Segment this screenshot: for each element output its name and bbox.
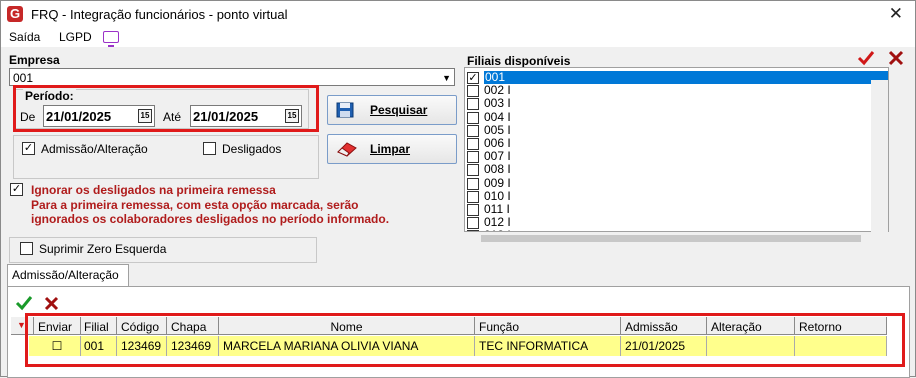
cell-filial: 001 xyxy=(81,336,117,356)
date-from-value: 21/01/2025 xyxy=(46,109,112,124)
pesquisar-label: Pesquisar xyxy=(370,103,428,117)
filial-label: 012 I xyxy=(484,215,511,230)
close-icon[interactable]: ✕ xyxy=(889,4,903,24)
filial-checkbox[interactable] xyxy=(467,204,479,216)
filial-checkbox[interactable] xyxy=(467,98,479,111)
app-logo-icon: G xyxy=(7,6,23,22)
scroll-thumb[interactable] xyxy=(481,235,861,242)
table-row[interactable]: ☐ 001 123469 123469 MARCELA MARIANA OLIV… xyxy=(11,317,896,377)
filial-label: 013 I xyxy=(484,229,511,231)
date-to-input[interactable]: 21/01/2025 15 xyxy=(190,105,302,127)
title-bar: G FRQ - Integração funcionários - ponto … xyxy=(1,1,915,27)
eraser-icon xyxy=(337,142,357,157)
filial-label: 010 I xyxy=(484,188,511,203)
monitor-icon[interactable] xyxy=(103,31,119,47)
filial-checkbox[interactable] xyxy=(467,111,479,124)
filial-checkbox[interactable]: ✓ xyxy=(467,72,479,84)
periodo-label: Período: xyxy=(23,89,76,103)
suprimir-label: Suprimir Zero Esquerda xyxy=(39,242,167,256)
cell-enviar-checkbox[interactable]: ☐ xyxy=(34,336,81,356)
date-to-value: 21/01/2025 xyxy=(193,109,259,124)
ignorar-label: Ignorar os desligados na primeira remess… xyxy=(31,183,276,197)
cell-nome: MARCELA MARIANA OLIVIA VIANA xyxy=(219,336,475,356)
save-icon xyxy=(336,102,354,118)
cancel-icon[interactable] xyxy=(44,296,59,311)
filiais-label: Filiais disponíveis xyxy=(467,54,571,68)
date-from-input[interactable]: 21/01/2025 15 xyxy=(43,105,155,127)
filial-label: 009 I xyxy=(484,175,511,190)
calendar-icon[interactable]: 15 xyxy=(285,109,299,123)
calendar-icon[interactable]: 15 xyxy=(138,109,152,123)
menu-lgpd[interactable]: LGPD xyxy=(59,30,92,44)
cell-funcao: TEC INFORMATICA xyxy=(475,336,621,356)
admissao-checkbox[interactable]: ✓ xyxy=(22,142,35,155)
filial-label: 006 I xyxy=(484,136,511,150)
filiais-list[interactable]: ✓ 001 002 I 003 I 004 I 005 I 006 I 007 I 008 I0… xyxy=(464,67,889,232)
ignorar-note-1: Para a primeira remessa, com esta opção … xyxy=(31,198,359,212)
filial-checkbox[interactable] xyxy=(467,190,479,203)
filial-checkbox[interactable] xyxy=(467,138,479,150)
suprimir-checkbox[interactable] xyxy=(20,242,33,255)
pesquisar-button[interactable]: Pesquisar xyxy=(327,95,457,125)
filial-checkbox[interactable] xyxy=(467,164,479,177)
cell-admissao: 21/01/2025 xyxy=(621,336,707,356)
ignorar-note-2: ignorados os colaboradores desligados no… xyxy=(31,212,390,226)
main-window: G FRQ - Integração funcionários - ponto … xyxy=(0,0,916,378)
filial-label: 003 I xyxy=(484,96,511,111)
check-all-icon[interactable] xyxy=(857,49,875,67)
cell-alteracao xyxy=(707,336,795,356)
ignorar-checkbox[interactable]: ✓ xyxy=(10,183,23,196)
menu-saida[interactable]: Saída xyxy=(9,30,40,44)
window-title: FRQ - Integração funcionários - ponto vi… xyxy=(31,7,288,22)
confirm-icon[interactable] xyxy=(15,295,33,311)
filiais-hscroll[interactable] xyxy=(465,233,889,245)
cell-retorno xyxy=(795,336,887,356)
filiais-vscroll[interactable] xyxy=(871,80,888,232)
filial-checkbox[interactable] xyxy=(467,217,479,230)
desligados-checkbox[interactable] xyxy=(203,142,216,155)
admissao-label: Admissão/Alteração xyxy=(41,142,148,156)
desligados-label: Desligados xyxy=(222,142,282,156)
uncheck-all-icon[interactable] xyxy=(888,50,904,66)
menu-bar: Saída LGPD xyxy=(1,27,915,47)
filial-label: 002 I xyxy=(484,83,511,98)
filial-label: 001 xyxy=(484,71,888,84)
cell-chapa: 123469 xyxy=(167,336,219,356)
empresa-select[interactable]: 001 ▼ xyxy=(9,68,455,86)
empresa-label: Empresa xyxy=(9,53,60,67)
limpar-label: Limpar xyxy=(370,142,411,156)
filial-label: 005 I xyxy=(484,122,511,137)
filial-label: 011 I xyxy=(484,202,510,216)
chevron-down-icon[interactable]: ▼ xyxy=(442,73,451,83)
filial-checkbox[interactable] xyxy=(467,151,479,164)
filial-label: 007 I xyxy=(484,149,511,164)
filial-label: 008 I xyxy=(484,162,511,177)
cell-codigo: 123469 xyxy=(117,336,167,356)
ate-label: Até xyxy=(163,110,182,124)
filial-checkbox[interactable] xyxy=(467,230,479,231)
filial-checkbox[interactable] xyxy=(467,177,479,190)
empresa-value: 001 xyxy=(13,71,34,85)
filial-checkbox[interactable] xyxy=(467,85,479,98)
de-label: De xyxy=(20,110,36,124)
filial-label: 004 I xyxy=(484,109,511,124)
tab-admissao[interactable]: Admissão/Alteração xyxy=(7,264,129,286)
limpar-button[interactable]: Limpar xyxy=(327,134,457,164)
filial-checkbox[interactable] xyxy=(467,124,479,137)
